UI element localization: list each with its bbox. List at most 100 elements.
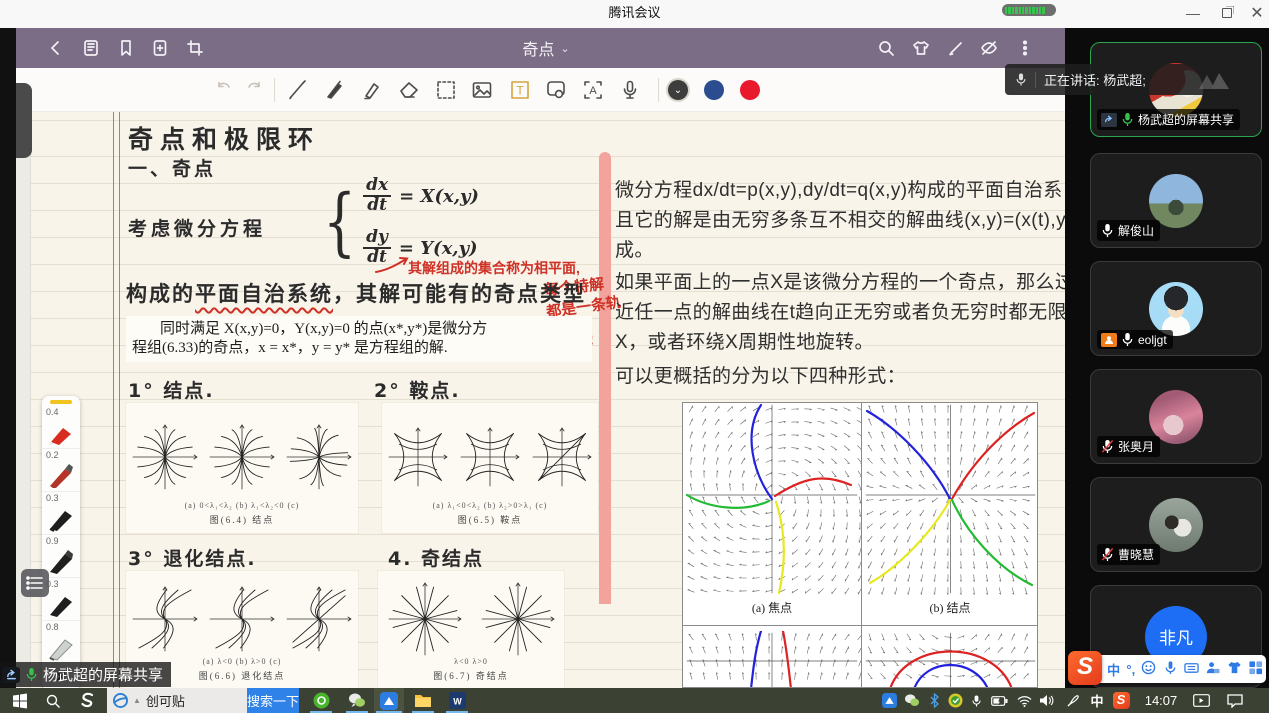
note-title-dropdown[interactable]: 奇点 ⌄ <box>486 28 606 68</box>
emoji-icon[interactable] <box>1141 660 1156 678</box>
maximize-button[interactable] <box>1210 0 1244 26</box>
window-titlebar: 腾讯会议 — ✕ <box>0 0 1269 28</box>
browser-search-box[interactable]: ▲ 创可贴 <box>107 688 247 713</box>
start-button[interactable] <box>5 688 35 713</box>
tray-wechat-icon[interactable] <box>901 688 923 713</box>
pen-item-black-pen[interactable]: 0.3 <box>42 492 80 535</box>
tray-pen-icon[interactable] <box>1062 688 1084 713</box>
edit-pen-icon[interactable] <box>946 38 966 58</box>
sogou-glyph: S <box>1113 692 1130 709</box>
participant-name-tag: 杨武超的屏幕共享 <box>1097 109 1240 130</box>
black-pen-icon <box>47 502 75 532</box>
participant-name-tag: 解俊山 <box>1097 220 1160 241</box>
app-word-icon[interactable]: W <box>444 688 470 713</box>
participant-tile[interactable]: 张奥月 <box>1090 369 1262 464</box>
tray-bluetooth-icon[interactable] <box>924 688 944 713</box>
color-swatch-red[interactable] <box>740 80 760 100</box>
color-swatch-current[interactable]: ⌄ <box>668 80 688 100</box>
more-kebab-icon[interactable] <box>1015 38 1035 58</box>
taskbar-search-icon[interactable] <box>38 688 68 713</box>
member-badge-icon <box>1101 333 1117 347</box>
participants-panel: 杨武超的屏幕共享 解俊山 eoljgt 张奥月 <box>1065 28 1269 688</box>
tray-language-indicator[interactable]: 中 <box>1086 688 1108 713</box>
share-shirt-icon[interactable] <box>911 38 931 58</box>
app-explorer-icon[interactable] <box>410 688 436 713</box>
figure-label-focus: (a) 焦点 <box>683 599 861 616</box>
record-mic-icon[interactable] <box>618 78 642 102</box>
color-swatch-blue[interactable] <box>704 80 724 100</box>
search-go-button[interactable]: 搜索一下 <box>247 688 299 713</box>
shared-screen: 奇点 ⌄ T A ⌄ <box>16 28 1065 688</box>
tray-volume-icon[interactable] <box>1034 688 1058 713</box>
sogou-logo[interactable]: S <box>1068 651 1102 685</box>
tray-battery-icon[interactable] <box>987 688 1011 713</box>
taskbar-clock[interactable]: 14:07 <box>1138 688 1184 713</box>
watermark-logo-icon <box>1195 69 1235 91</box>
tray-mic-icon[interactable] <box>966 688 986 713</box>
textbox-tool-icon[interactable]: A <box>581 78 605 102</box>
minimize-button[interactable]: — <box>1176 0 1210 26</box>
undo-icon[interactable] <box>212 78 236 102</box>
app-meeting-icon[interactable] <box>374 688 404 713</box>
fountain-pen-tool-icon[interactable] <box>323 78 347 102</box>
section-title-saddle: 2° 鞍点. <box>374 376 461 403</box>
participant-tile[interactable]: 解俊山 <box>1090 153 1262 248</box>
page-edge <box>16 112 31 688</box>
pen-item-red-pen[interactable]: 0.2 <box>42 449 80 492</box>
tray-sogou-icon[interactable]: S <box>1110 688 1132 713</box>
pen-item-gray-pen[interactable]: 0.8 <box>42 621 80 664</box>
pen-panel-handle[interactable] <box>50 400 72 404</box>
search-icon[interactable] <box>876 38 896 58</box>
participant-tile[interactable]: eoljgt <box>1090 261 1262 356</box>
app-360-icon[interactable] <box>308 688 334 713</box>
list-icon <box>26 575 44 591</box>
hide-eye-off-icon[interactable] <box>979 38 999 58</box>
toast-divider <box>1035 72 1036 88</box>
eq2-rhs: = Y(x,y) <box>399 238 478 259</box>
bookmark-icon[interactable] <box>116 38 136 58</box>
ie-icon <box>113 693 128 708</box>
taskbar: ▲ 创可贴 搜索一下 W <box>0 688 1269 713</box>
back-icon[interactable] <box>46 38 66 58</box>
paragraph-singular-point: 如果平面上的一点X是该微分方程的一个奇点，那么过 近任一点的解曲线在t趋向正无穷… <box>615 268 1065 358</box>
chinese-mode-label[interactable]: 中 <box>1107 660 1120 679</box>
paragraph-line: 且它的解是由无穷多条互不相交的解曲线(x,y)=(x(t),y <box>615 206 1065 236</box>
tray-wifi-icon[interactable] <box>1013 688 1035 713</box>
redo-icon[interactable] <box>242 78 266 102</box>
drawer-handle[interactable] <box>16 83 32 158</box>
eq1-rhs: = X(x,y) <box>399 186 479 207</box>
action-center-icon[interactable] <box>1220 688 1250 713</box>
close-button[interactable]: ✕ <box>1240 0 1269 26</box>
eraser-tool-icon[interactable] <box>397 78 421 102</box>
toolbox-grid-icon[interactable] <box>1248 660 1263 678</box>
punctuation-icon[interactable]: °, <box>1126 662 1135 677</box>
pencil-tool-icon[interactable] <box>286 78 310 102</box>
add-page-icon[interactable] <box>150 38 170 58</box>
voice-input-icon[interactable] <box>1163 660 1178 678</box>
section-title-node: 1° 结点. <box>128 376 215 403</box>
select-rect-tool-icon[interactable] <box>434 78 458 102</box>
textbox-glyph: A <box>589 85 597 97</box>
tray-meeting-icon[interactable] <box>878 688 900 713</box>
svg-text:W: W <box>453 697 462 707</box>
maximize-icon <box>1222 8 1232 18</box>
image-tool-icon[interactable] <box>470 78 494 102</box>
tray-antivirus-icon[interactable] <box>944 688 966 713</box>
participant-name-tag: eoljgt <box>1097 330 1173 349</box>
gray-pen-icon <box>47 631 75 661</box>
outline-list-button[interactable] <box>21 569 49 597</box>
text-tool-icon[interactable]: T <box>508 78 532 102</box>
participant-name-tag: 曹晓慧 <box>1097 544 1160 565</box>
pen-item-red-marker[interactable]: 0.4 <box>42 406 80 449</box>
sogou-taskbar-icon[interactable] <box>72 688 102 713</box>
tray-video-icon[interactable] <box>1188 688 1214 713</box>
skin-shirt-icon[interactable] <box>1227 660 1242 678</box>
crop-icon[interactable] <box>185 38 205 58</box>
participant-tile[interactable]: 曹晓慧 <box>1090 477 1262 572</box>
app-wechat-icon[interactable] <box>344 688 370 713</box>
highlighter-tool-icon[interactable] <box>360 78 384 102</box>
notebook-icon[interactable] <box>81 38 101 58</box>
keyboard-icon[interactable] <box>1184 660 1199 678</box>
lasso-shape-tool-icon[interactable] <box>544 78 568 102</box>
login-person-icon[interactable] <box>1205 660 1220 678</box>
